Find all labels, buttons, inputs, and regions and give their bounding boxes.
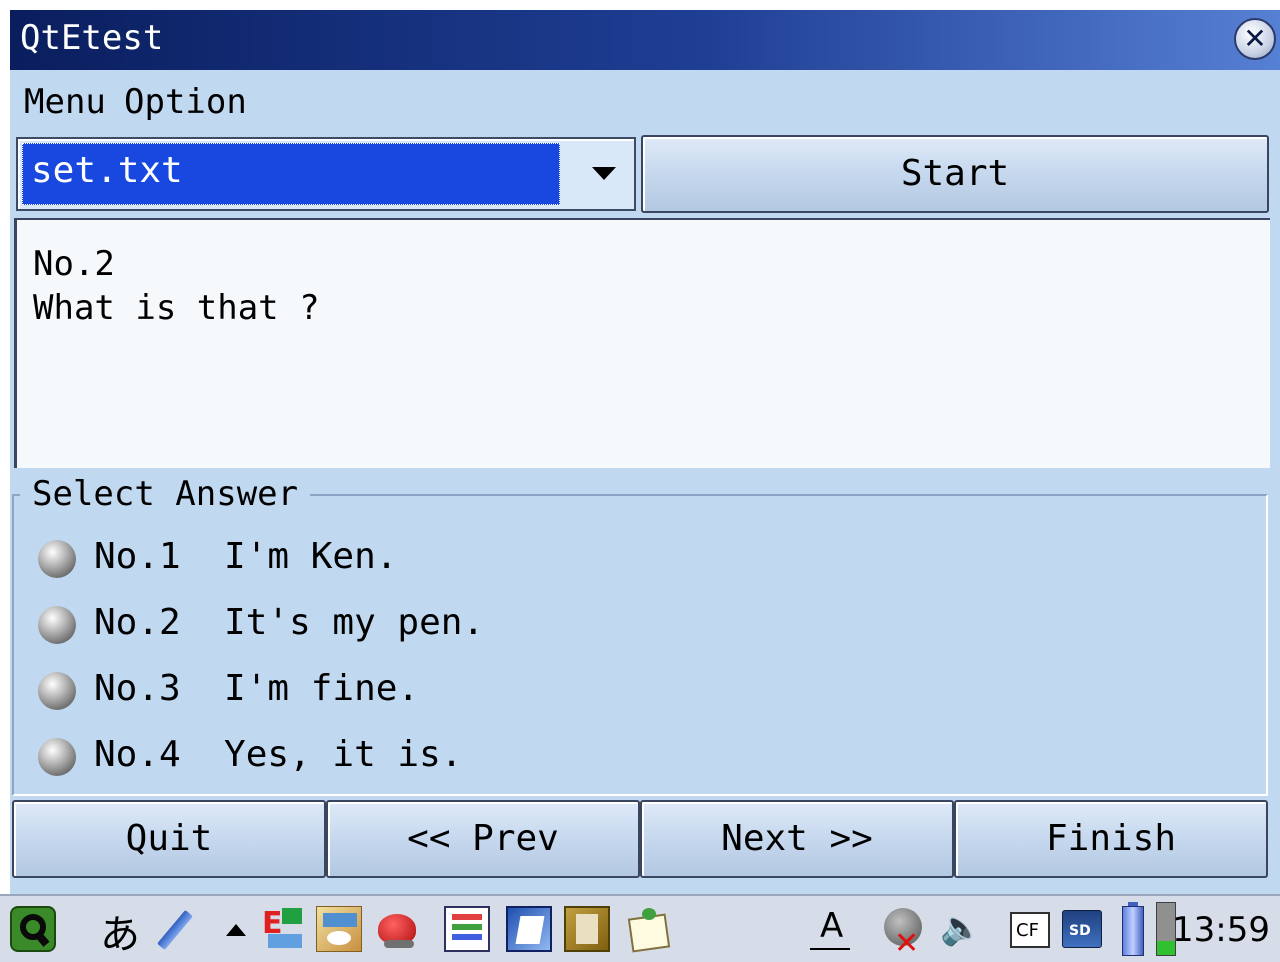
file-select-value: set.txt — [22, 143, 560, 205]
notes-app-icon[interactable] — [506, 906, 552, 952]
question-number: No.2 — [33, 244, 115, 284]
radio-button-icon[interactable] — [38, 540, 76, 578]
game-app-icon[interactable] — [374, 906, 420, 952]
answer-option-label: No.4 Yes, it is. — [94, 734, 463, 775]
answer-option-label: No.1 I'm Ken. — [94, 536, 398, 577]
sd-card-icon[interactable]: SD — [1062, 910, 1102, 948]
prev-button[interactable]: << Prev — [326, 800, 640, 878]
next-button-label: Next >> — [721, 818, 873, 859]
qtopia-start-icon[interactable] — [10, 906, 56, 952]
up-arrow-icon[interactable] — [222, 906, 252, 952]
close-button[interactable]: ✕ — [1234, 18, 1276, 60]
question-text: What is that ? — [33, 288, 320, 328]
radio-button-icon[interactable] — [38, 606, 76, 644]
menu-bar: Menu Option — [10, 70, 1280, 142]
font-icon[interactable]: A — [808, 906, 854, 952]
start-button[interactable]: Start — [641, 135, 1269, 213]
top-strip — [0, 0, 1280, 10]
cf-card-icon[interactable]: CF — [1010, 912, 1050, 948]
answer-group-title: Select Answer — [20, 474, 311, 514]
radio-button-icon[interactable] — [38, 738, 76, 776]
next-button[interactable]: Next >> — [640, 800, 954, 878]
answer-option-label: No.2 It's my pen. — [94, 602, 485, 643]
network-disconnected-icon[interactable]: ✕ — [882, 906, 928, 961]
book-app-icon[interactable] — [564, 906, 610, 952]
file-select[interactable]: set.txt — [16, 137, 636, 211]
radio-button-icon[interactable] — [38, 672, 76, 710]
finish-button-label: Finish — [1045, 818, 1177, 859]
taskbar: あ E A ✕ 🔈 CF SD 13:59 — [0, 894, 1280, 962]
window-title: QtEtest — [20, 18, 164, 58]
quit-button-label: Quit — [125, 818, 213, 859]
spreadsheet-app-icon[interactable] — [444, 906, 490, 952]
english-test-app-icon[interactable]: E — [260, 906, 306, 952]
close-icon: ✕ — [1243, 22, 1267, 55]
pen-icon[interactable] — [150, 906, 196, 952]
calendar-app-icon[interactable] — [624, 906, 671, 953]
battery-icon — [1120, 902, 1146, 956]
question-display: No.2 What is that ? — [14, 218, 1270, 468]
menu-item-menu[interactable]: Menu — [24, 82, 106, 122]
start-button-label: Start — [900, 153, 1010, 194]
finish-button[interactable]: Finish — [954, 800, 1268, 878]
quit-button[interactable]: Quit — [12, 800, 326, 878]
menu-item-option[interactable]: Option — [124, 82, 247, 122]
title-bar: QtEtest ✕ — [10, 10, 1280, 70]
volume-icon[interactable]: 🔈 — [940, 906, 986, 952]
prev-button-label: << Prev — [407, 818, 559, 859]
map-app-icon[interactable] — [316, 906, 362, 952]
answer-option-label: No.3 I'm fine. — [94, 668, 420, 709]
chevron-down-icon[interactable] — [592, 167, 616, 180]
input-method-icon[interactable]: あ — [100, 902, 140, 960]
clock[interactable]: 13:59 — [1172, 910, 1270, 950]
